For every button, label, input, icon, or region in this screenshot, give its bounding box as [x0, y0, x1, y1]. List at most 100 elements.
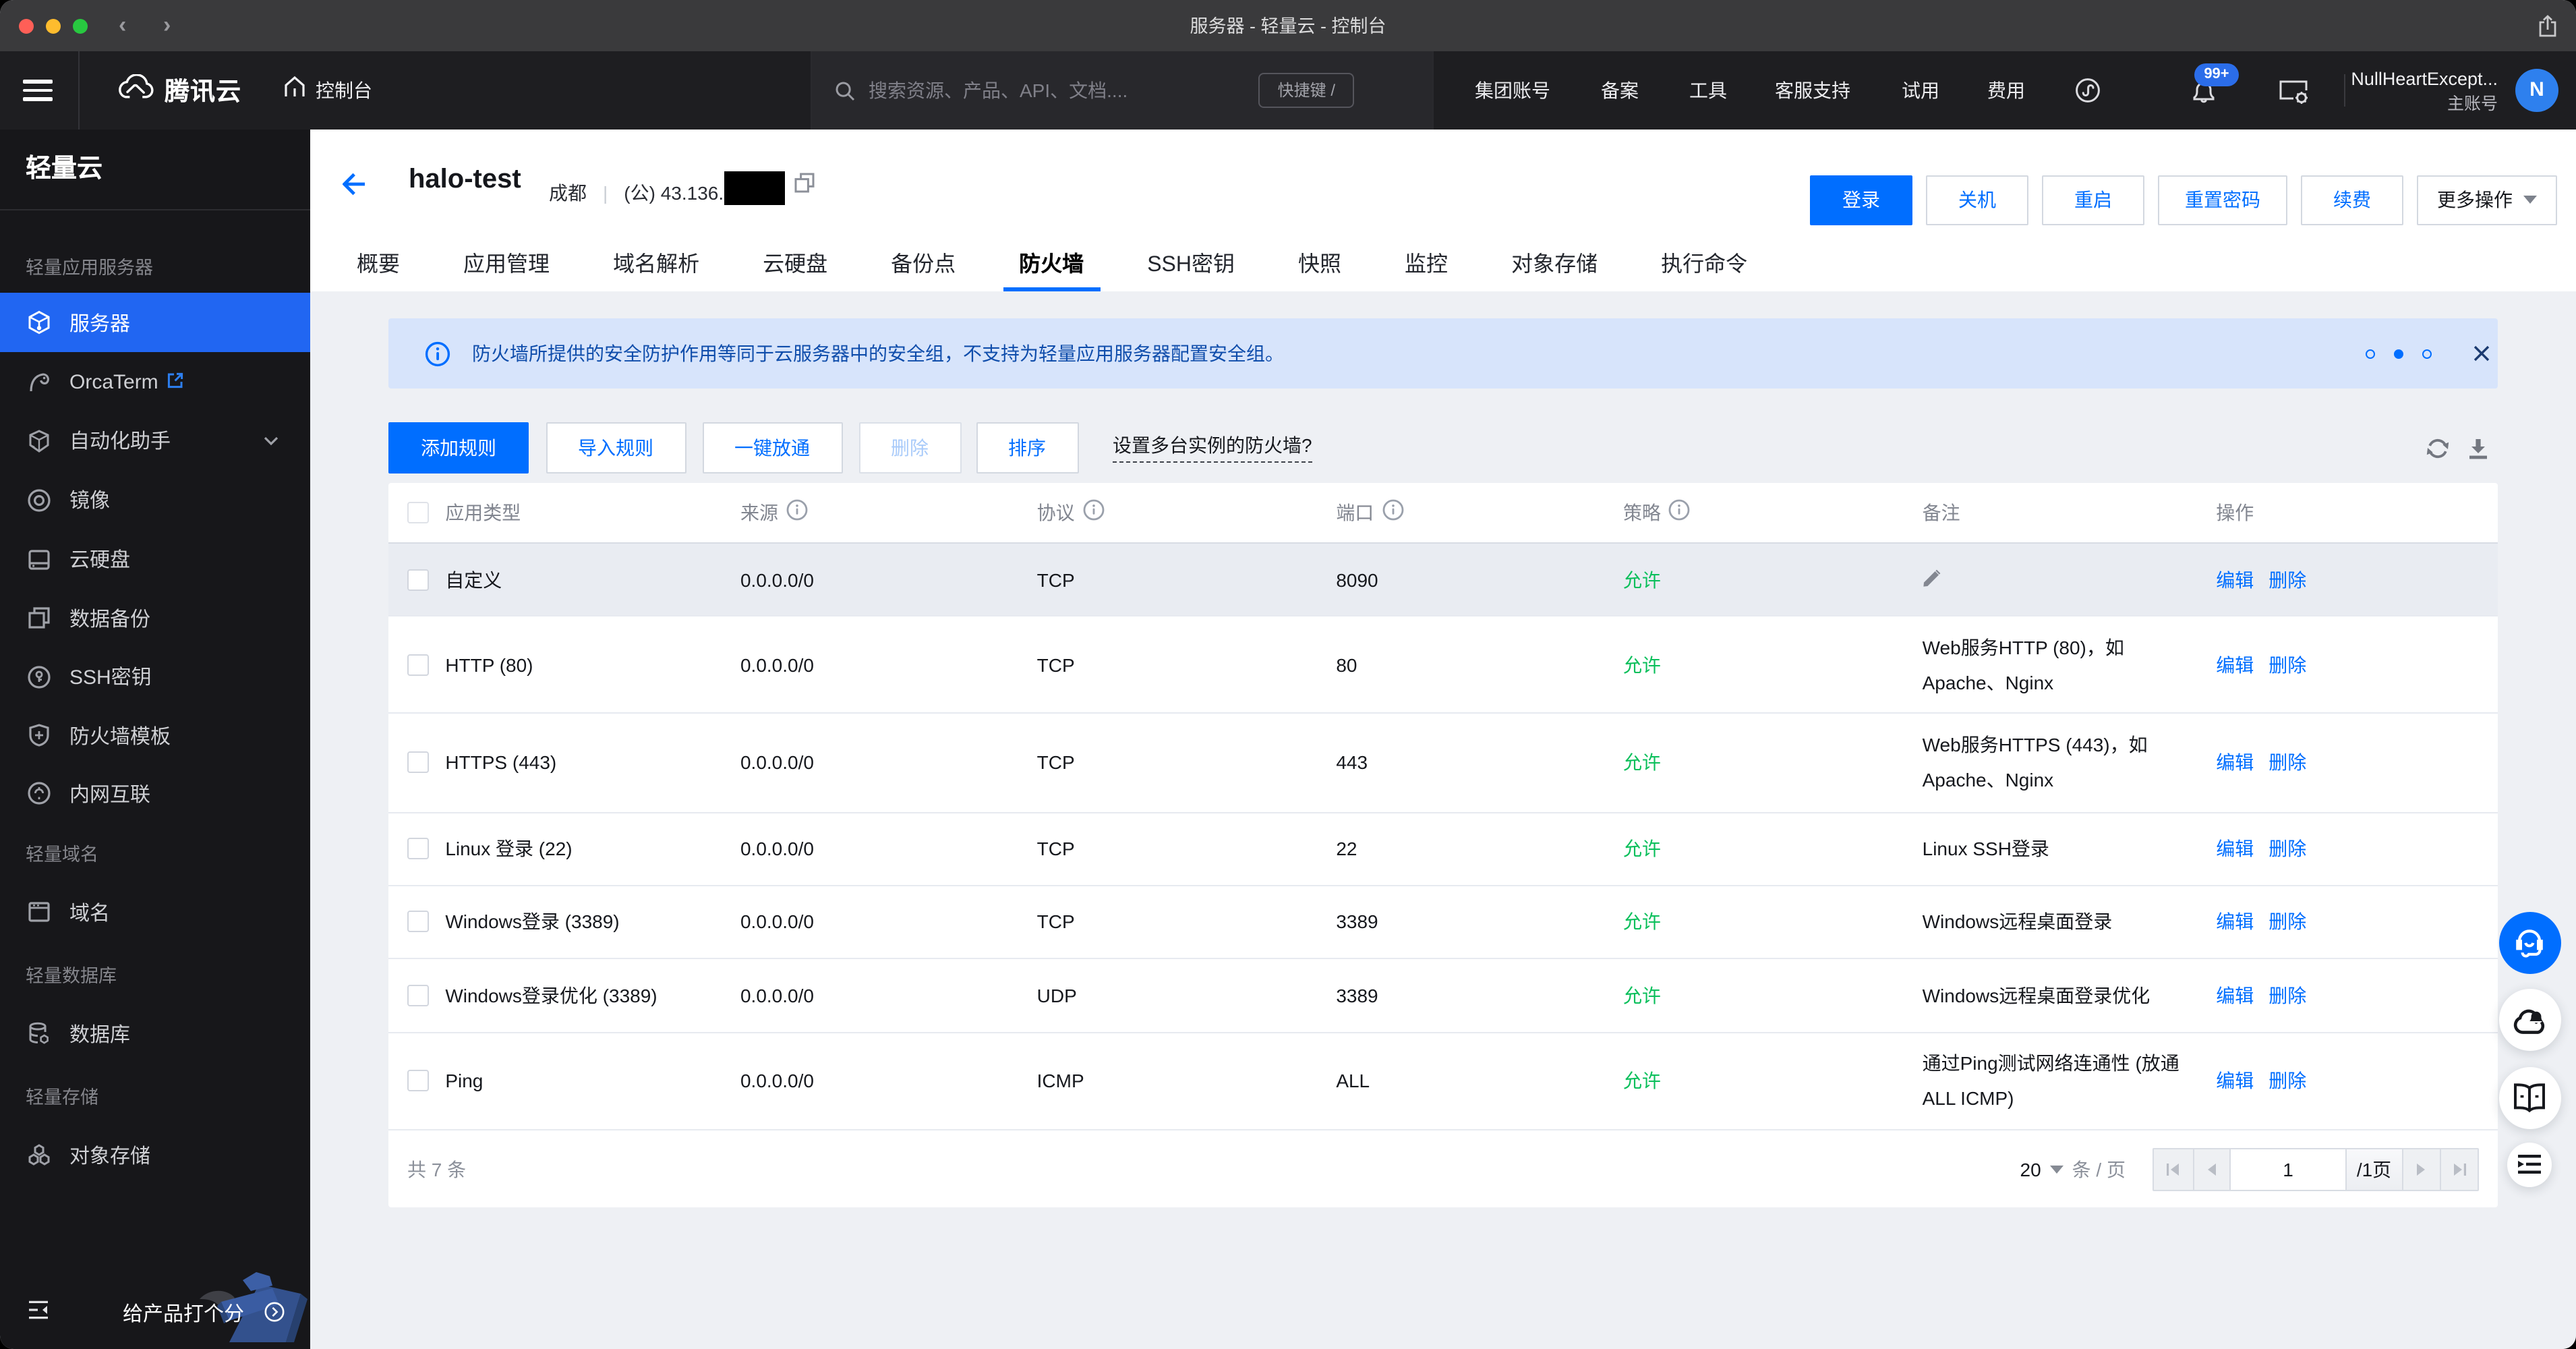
select-all-checkbox[interactable] [407, 501, 429, 523]
table-row[interactable]: Windows登录优化 (3389) 0.0.0.0/0 UDP 3389 允许… [388, 958, 2498, 1033]
shutdown-button[interactable]: 关机 [1926, 175, 2028, 225]
tab-snapshot[interactable]: 快照 [1282, 237, 1357, 291]
carousel-dot[interactable] [2365, 349, 2374, 358]
edit-rule-link[interactable]: 编辑 [2216, 569, 2254, 590]
tab-backup-point[interactable]: 备份点 [875, 237, 972, 291]
account-info[interactable]: NullHeartExcept... 主账号 [2351, 66, 2498, 117]
collapse-sidebar-icon[interactable] [28, 1300, 49, 1326]
tab-run-command[interactable]: 执行命令 [1645, 237, 1763, 291]
delete-rule-link[interactable]: 删除 [2268, 911, 2306, 933]
tab-cloud-disk[interactable]: 云硬盘 [747, 237, 844, 291]
console-settings-icon[interactable] [2278, 78, 2310, 112]
delete-rule-link[interactable]: 删除 [2268, 654, 2306, 675]
add-rule-button[interactable]: 添加规则 [388, 422, 529, 473]
nav-item-group-account[interactable]: 集团账号 [1475, 51, 1550, 130]
table-row[interactable]: HTTP (80) 0.0.0.0/0 TCP 80 允许 Web服务HTTP … [388, 616, 2498, 714]
open-all-button[interactable]: 一键放通 [702, 422, 842, 473]
sidebar-item-cloud-disk[interactable]: 云硬盘 [0, 530, 310, 589]
row-checkbox[interactable] [407, 751, 429, 774]
tab-domain-resolution[interactable]: 域名解析 [597, 237, 715, 291]
table-row[interactable]: Windows登录 (3389) 0.0.0.0/0 TCP 3389 允许 W… [388, 885, 2498, 959]
sidebar-item-orcaterm[interactable]: OrcaTerm [0, 353, 310, 412]
table-row[interactable]: HTTPS (443) 0.0.0.0/0 TCP 443 允许 Web服务HT… [388, 713, 2498, 813]
delete-rule-link[interactable]: 删除 [2268, 838, 2306, 859]
first-page-button[interactable] [2154, 1149, 2194, 1190]
sidebar-item-server[interactable]: 服务器 [0, 293, 310, 352]
download-icon[interactable] [2467, 436, 2490, 466]
sidebar-item-object-storage[interactable]: 对象存储 [0, 1126, 310, 1184]
sort-button[interactable]: 排序 [976, 422, 1078, 473]
renew-button[interactable]: 续费 [2301, 175, 2403, 225]
brand-logo[interactable]: 腾讯云 [117, 51, 241, 130]
row-checkbox[interactable] [407, 654, 429, 675]
rate-product-link[interactable]: 给产品打个分 [123, 1299, 244, 1327]
edit-remark-pencil-icon[interactable] [1923, 569, 1943, 592]
banner-close-icon[interactable] [2472, 344, 2491, 370]
last-page-button[interactable] [2440, 1149, 2478, 1190]
table-row[interactable]: 自定义 0.0.0.0/0 TCP 8090 允许 编辑 删除 [388, 543, 2498, 616]
circled-chevron-icon[interactable] [264, 1302, 285, 1329]
edit-rule-link[interactable]: 编辑 [2216, 911, 2254, 933]
refresh-icon[interactable] [2426, 436, 2449, 466]
row-checkbox[interactable] [407, 838, 429, 859]
next-page-button[interactable] [2403, 1149, 2440, 1190]
delete-rule-link[interactable]: 删除 [2268, 569, 2306, 590]
sidebar-item-data-backup[interactable]: 数据备份 [0, 589, 310, 648]
nav-item-icp[interactable]: 备案 [1601, 51, 1639, 130]
avatar[interactable]: N [2515, 69, 2558, 112]
cloud-alarm-button[interactable] [2498, 989, 2560, 1051]
delete-rule-link[interactable]: 删除 [2268, 1070, 2306, 1092]
tab-firewall[interactable]: 防火墙 [1003, 237, 1101, 291]
edit-rule-link[interactable]: 编辑 [2216, 654, 2254, 675]
sidebar-item-automation-assistant[interactable]: 自动化助手 [0, 411, 310, 470]
info-icon[interactable] [1382, 500, 1403, 525]
restart-button[interactable]: 重启 [2042, 175, 2144, 225]
customer-service-button[interactable] [2498, 911, 2560, 973]
edit-rule-link[interactable]: 编辑 [2216, 1070, 2254, 1092]
nav-item-trial[interactable]: 试用 [1902, 51, 1939, 130]
row-checkbox[interactable] [407, 569, 429, 590]
more-actions-button[interactable]: 更多操作 [2417, 175, 2557, 225]
carousel-dot[interactable] [2422, 349, 2431, 358]
sidebar-item-private-network[interactable]: 内网互联 [0, 764, 310, 823]
tab-ssh-key[interactable]: SSH密钥 [1131, 237, 1251, 291]
prev-page-button[interactable] [2194, 1149, 2231, 1190]
info-icon[interactable] [1669, 500, 1691, 525]
import-rule-button[interactable]: 导入规则 [546, 422, 686, 473]
nav-item-billing[interactable]: 费用 [1987, 51, 2025, 130]
table-row[interactable]: Ping 0.0.0.0/0 ICMP ALL 允许 通过Ping测试网络连通性… [388, 1032, 2498, 1129]
copy-icon[interactable] [794, 173, 814, 200]
sidebar-item-domain[interactable]: 域名 [0, 883, 310, 942]
tab-app-management[interactable]: 应用管理 [447, 237, 566, 291]
login-button[interactable]: 登录 [1810, 175, 1912, 225]
docs-button[interactable] [2498, 1067, 2560, 1129]
tab-overview[interactable]: 概要 [341, 237, 416, 291]
back-arrow-icon[interactable] [342, 173, 365, 202]
hamburger-menu-icon[interactable] [23, 80, 53, 101]
nav-item-support[interactable]: 客服支持 [1775, 51, 1850, 130]
sidebar-item-ssh-key[interactable]: SSH密钥 [0, 648, 310, 706]
tab-object-storage[interactable]: 对象存储 [1495, 237, 1614, 291]
row-checkbox[interactable] [407, 911, 429, 933]
share-icon[interactable] [2538, 15, 2557, 45]
edit-rule-link[interactable]: 编辑 [2216, 752, 2254, 774]
reset-password-button[interactable]: 重置密码 [2158, 175, 2287, 225]
row-checkbox[interactable] [407, 984, 429, 1006]
nav-item-tools[interactable]: 工具 [1689, 51, 1727, 130]
quick-entry-button[interactable] [2507, 1142, 2552, 1186]
delete-rule-button[interactable]: 删除 [858, 422, 961, 473]
tab-monitor[interactable]: 监控 [1388, 237, 1464, 291]
delete-rule-link[interactable]: 删除 [2268, 752, 2306, 774]
edit-rule-link[interactable]: 编辑 [2216, 838, 2254, 859]
sidebar-item-image[interactable]: 镜像 [0, 471, 310, 529]
edit-rule-link[interactable]: 编辑 [2216, 985, 2254, 1006]
sidebar-item-database[interactable]: 数据库 [0, 1004, 310, 1063]
console-home-link[interactable]: 控制台 [283, 51, 372, 130]
info-icon[interactable] [1083, 500, 1105, 525]
delete-rule-link[interactable]: 删除 [2268, 985, 2306, 1006]
page-size-select[interactable]: 20 条 / 页 [2020, 1130, 2126, 1209]
row-checkbox[interactable] [407, 1070, 429, 1092]
global-search-input[interactable]: 搜索资源、产品、API、文档.... 快捷键 / [812, 51, 1432, 130]
table-row[interactable]: Linux 登录 (22) 0.0.0.0/0 TCP 22 允许 Linux … [388, 812, 2498, 886]
feedback-icon[interactable] [2074, 77, 2101, 111]
